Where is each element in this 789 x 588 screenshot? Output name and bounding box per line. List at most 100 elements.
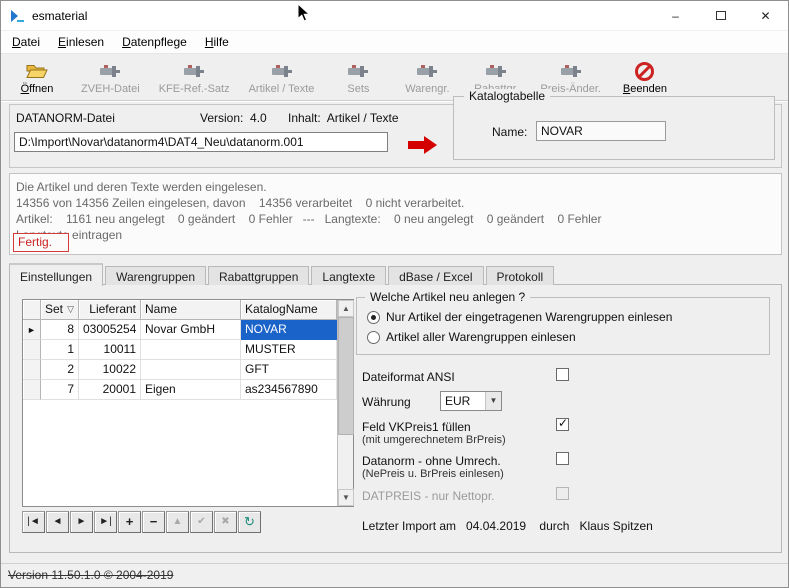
tab-dbase-excel[interactable]: dBase / Excel bbox=[388, 266, 483, 285]
progress-line-4: Langtexte eintragen bbox=[16, 227, 775, 243]
menu-hilfe[interactable]: Hilfe bbox=[196, 32, 238, 52]
artikel-anlegen-title: Welche Artikel neu anlegen ? bbox=[365, 290, 530, 304]
cell-set[interactable]: 7 bbox=[41, 380, 79, 400]
machine-tool-icon bbox=[485, 62, 507, 81]
grid-indicator-header bbox=[23, 300, 41, 320]
currency-select[interactable]: EUR ▼ bbox=[440, 391, 502, 411]
open-folder-icon bbox=[26, 62, 48, 81]
nav-refresh-button[interactable]: ↻ bbox=[238, 511, 261, 533]
table-row: 2 10022 GFT bbox=[23, 360, 337, 380]
tab-strip: Einstellungen Warengruppen Rabattgruppen… bbox=[9, 263, 556, 285]
tab-protokoll[interactable]: Protokoll bbox=[486, 266, 555, 285]
scrollbar-thumb[interactable] bbox=[338, 317, 354, 435]
umrech-label: Datanorm - ohne Umrech. bbox=[362, 454, 501, 468]
nav-post-button[interactable]: ✔ bbox=[190, 511, 213, 533]
mouse-cursor bbox=[297, 3, 311, 26]
nav-first-button[interactable]: |◄ bbox=[22, 511, 45, 533]
radio-icon[interactable] bbox=[367, 331, 380, 344]
cell-name[interactable]: Novar GmbH bbox=[141, 320, 241, 340]
cell-katalogname-selected[interactable]: NOVAR bbox=[241, 320, 337, 340]
table-row: 1 10011 MUSTER bbox=[23, 340, 337, 360]
column-header-katalogname[interactable]: KatalogName bbox=[241, 300, 337, 320]
tab-rabattgruppen[interactable]: Rabattgruppen bbox=[208, 266, 309, 285]
grid-vertical-scrollbar[interactable]: ▲ ▼ bbox=[337, 300, 353, 506]
nav-insert-button[interactable]: + bbox=[118, 511, 141, 533]
window-title: esmaterial bbox=[32, 9, 87, 23]
current-row-indicator: ► bbox=[23, 320, 41, 340]
umrech-note: (NePreis u. BrPreis einlesen) bbox=[362, 468, 504, 480]
radio-icon[interactable] bbox=[367, 311, 380, 324]
radio-alle-warengruppen[interactable]: Artikel aller Warengruppen einlesen bbox=[367, 330, 576, 344]
machine-tool-icon bbox=[347, 62, 369, 81]
column-header-lieferant[interactable]: Lieferant bbox=[79, 300, 141, 320]
cell-lieferant[interactable]: 20001 bbox=[79, 380, 141, 400]
toolbar: Öffnen ZVEH-Datei KFE-Ref.-Satz Artikel … bbox=[1, 54, 788, 101]
close-button[interactable]: ✕ bbox=[743, 1, 788, 31]
menu-einlesen[interactable]: Einlesen bbox=[49, 32, 113, 52]
minimize-button[interactable]: – bbox=[653, 1, 698, 31]
tab-body-einstellungen: Set ▽ Lieferant Name KatalogName ► 8 030… bbox=[9, 284, 782, 553]
umrech-checkbox[interactable] bbox=[556, 452, 569, 465]
table-row: 7 20001 Eigen as234567890 bbox=[23, 380, 337, 400]
cell-lieferant[interactable]: 10022 bbox=[79, 360, 141, 380]
radio-nur-eingetragene-warengruppen[interactable]: Nur Artikel der eingetragenen Warengrupp… bbox=[367, 310, 672, 324]
toolbar-button-oeffnen[interactable]: Öffnen bbox=[7, 56, 67, 100]
katalogtabelle-group: Katalogtabelle Name: bbox=[453, 96, 775, 160]
vkpreis-checkbox[interactable] bbox=[556, 418, 569, 431]
sets-grid: Set ▽ Lieferant Name KatalogName ► 8 030… bbox=[22, 299, 354, 507]
progress-line-3: Artikel: 1161 neu angelegt 0 geändert 0 … bbox=[16, 211, 775, 227]
machine-tool-icon bbox=[183, 62, 205, 81]
currency-value: EUR bbox=[441, 392, 485, 410]
chevron-down-icon[interactable]: ▼ bbox=[485, 392, 501, 410]
column-header-name[interactable]: Name bbox=[141, 300, 241, 320]
cell-set[interactable]: 1 bbox=[41, 340, 79, 360]
katalog-name-label: Name: bbox=[492, 125, 527, 139]
progress-line-2: 14356 von 14356 Zeilen eingelesen, davon… bbox=[16, 195, 775, 211]
maximize-button[interactable] bbox=[698, 1, 743, 31]
scroll-up-icon[interactable]: ▲ bbox=[338, 300, 354, 317]
nav-next-button[interactable]: ► bbox=[70, 511, 93, 533]
menu-bar: Datei Einlesen Datenpflege Hilfe bbox=[1, 31, 788, 54]
cell-katalogname[interactable]: GFT bbox=[241, 360, 337, 380]
nav-prior-button[interactable]: ◄ bbox=[46, 511, 69, 533]
katalogtabelle-title: Katalogtabelle bbox=[464, 89, 550, 103]
nav-last-button[interactable]: ►| bbox=[94, 511, 117, 533]
ansi-checkbox[interactable] bbox=[556, 368, 569, 381]
artikel-anlegen-group: Welche Artikel neu anlegen ? Nur Artikel… bbox=[356, 297, 770, 355]
scroll-down-icon[interactable]: ▼ bbox=[338, 489, 354, 506]
nav-edit-button[interactable]: ▲ bbox=[166, 511, 189, 533]
cell-lieferant[interactable]: 03005254 bbox=[79, 320, 141, 340]
cell-lieferant[interactable]: 10011 bbox=[79, 340, 141, 360]
tab-warengruppen[interactable]: Warengruppen bbox=[105, 266, 206, 285]
sort-indicator-icon[interactable]: ▽ bbox=[67, 300, 74, 319]
toolbar-button-zveh-datei[interactable]: ZVEH-Datei bbox=[76, 56, 145, 100]
toolbar-button-warengr[interactable]: Warengr. bbox=[397, 56, 457, 100]
toolbar-button-artikel-texte[interactable]: Artikel / Texte bbox=[244, 56, 320, 100]
cell-katalogname[interactable]: MUSTER bbox=[241, 340, 337, 360]
katalog-name-field[interactable] bbox=[536, 121, 666, 141]
nav-cancel-button[interactable]: ✖ bbox=[214, 511, 237, 533]
cell-name[interactable]: Eigen bbox=[141, 380, 241, 400]
column-header-set[interactable]: Set ▽ bbox=[41, 300, 79, 320]
toolbar-button-kfe-ref-satz[interactable]: KFE-Ref.-Satz bbox=[154, 56, 235, 100]
tab-einstellungen[interactable]: Einstellungen bbox=[9, 263, 103, 286]
cell-set[interactable]: 8 bbox=[41, 320, 79, 340]
cell-name[interactable] bbox=[141, 340, 241, 360]
status-bar: Version 11.50.1.0 © 2004-2019 bbox=[1, 563, 788, 587]
cell-set[interactable]: 2 bbox=[41, 360, 79, 380]
nav-delete-button[interactable]: − bbox=[142, 511, 165, 533]
cell-katalogname[interactable]: as234567890 bbox=[241, 380, 337, 400]
vkpreis-note: (mit umgerechnetem BrPreis) bbox=[362, 434, 506, 446]
cell-name[interactable] bbox=[141, 360, 241, 380]
toolbar-button-beenden[interactable]: Beenden bbox=[615, 56, 675, 100]
menu-datei[interactable]: Datei bbox=[3, 32, 49, 52]
menu-datenpflege[interactable]: Datenpflege bbox=[113, 32, 196, 52]
vkpreis-label: Feld VKPreis1 füllen bbox=[362, 420, 471, 434]
tab-langtexte[interactable]: Langtexte bbox=[311, 266, 386, 285]
red-arrow-icon bbox=[408, 136, 440, 154]
file-path-field[interactable] bbox=[14, 132, 388, 152]
progress-panel: Die Artikel und deren Texte werden einge… bbox=[9, 173, 782, 255]
title-bar: esmaterial – ✕ bbox=[1, 1, 788, 31]
toolbar-button-sets[interactable]: Sets bbox=[328, 56, 388, 100]
version-statusbar-text: Version 11.50.1.0 © 2004-2019 bbox=[8, 568, 173, 582]
